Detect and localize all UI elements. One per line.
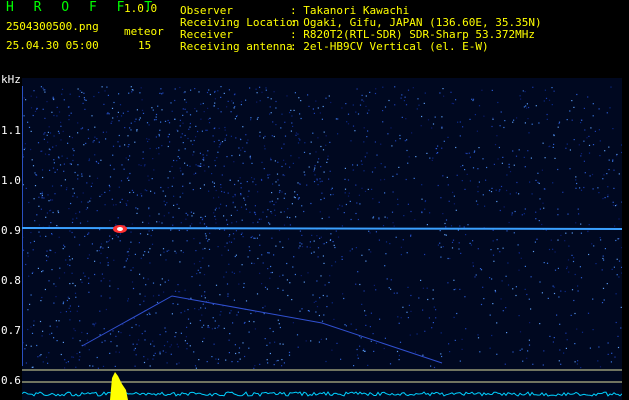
freq-label-1.1: 1.1 [1, 124, 21, 137]
freq-label-1.0: 1.0 [1, 174, 21, 187]
carrier-line [22, 227, 622, 230]
datetime-label: 25.04.30 05:00 [6, 39, 99, 52]
antenna-value: : 2el-HB9CV Vertical (el. E-W) [290, 40, 489, 53]
freq-label-0.7: 0.7 [1, 324, 21, 337]
header: H R O F F T 1.0.0 2504300500.png meteor … [0, 0, 629, 76]
meteor-echo-core [117, 227, 123, 231]
frequency-unit-label: kHz [1, 73, 21, 86]
freq-label-0.6: 0.6 [1, 374, 21, 387]
meteor-label: meteor [124, 25, 164, 38]
frame-left [22, 86, 23, 366]
filename-label: 2504300500.png [6, 20, 99, 33]
meteor-count: 15 [138, 39, 152, 52]
version-label: 1.0.0 [124, 2, 158, 15]
freq-label-0.8: 0.8 [1, 274, 21, 287]
antenna-label: Receiving antenna [180, 40, 293, 53]
freq-label-0.9: 0.9 [1, 224, 21, 237]
spectrogram [22, 78, 622, 400]
